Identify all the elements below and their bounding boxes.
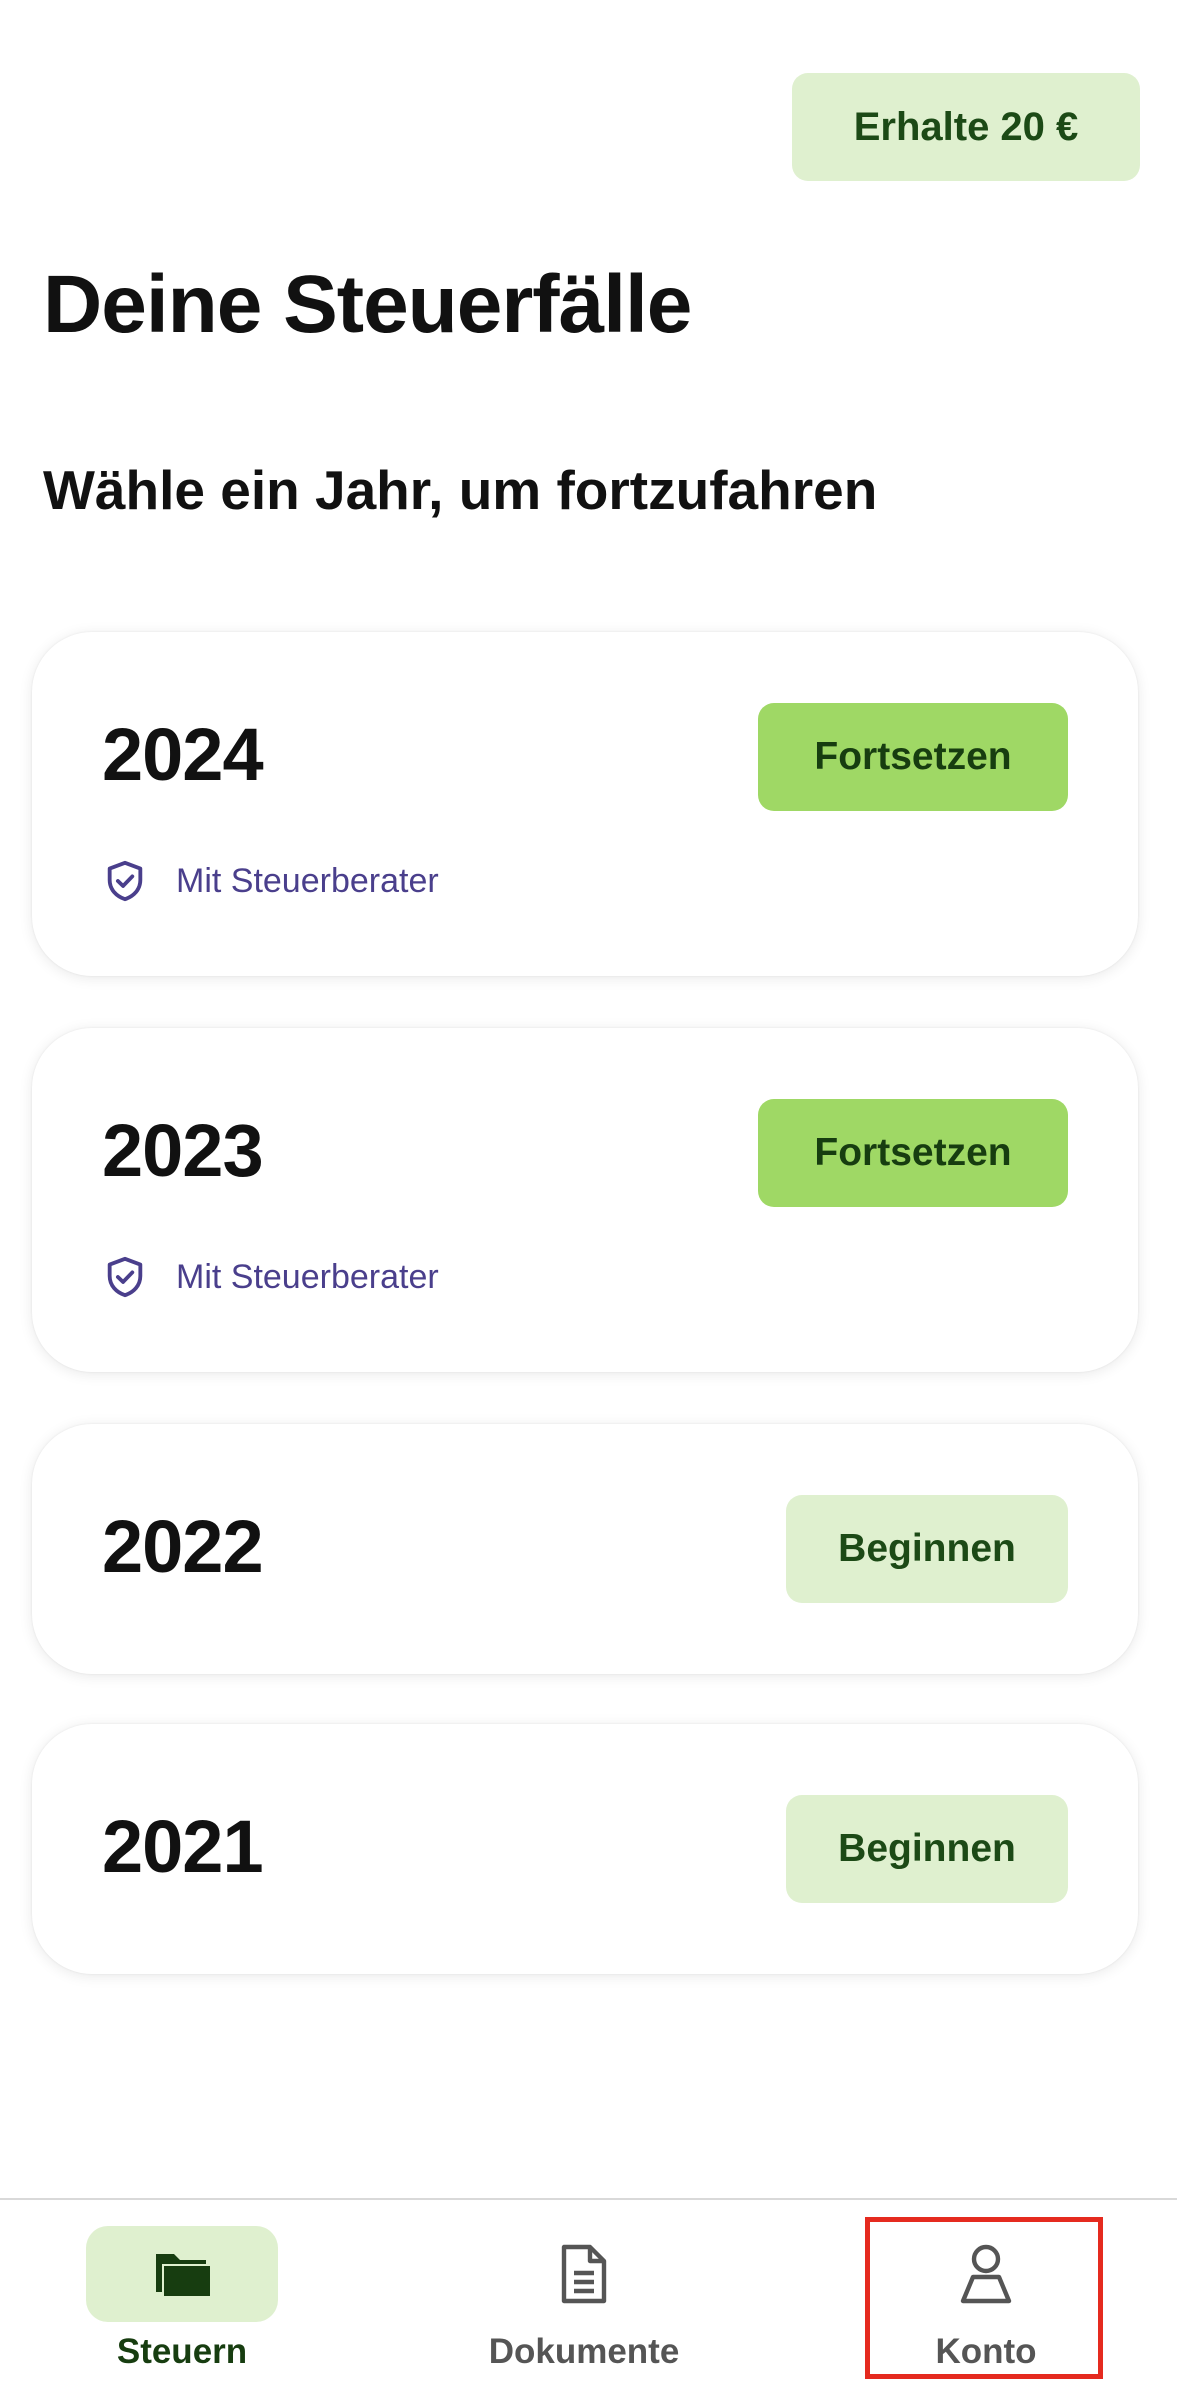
year-label: 2023 [102,1109,264,1192]
nav-icon-container [890,2226,1082,2322]
document-icon [561,2244,607,2304]
page-subtitle: Wähle ein Jahr, um fortzufahren [43,459,878,521]
year-label: 2021 [102,1805,264,1888]
shield-check-icon [107,1256,143,1298]
nav-label: Steuern [116,2332,248,2371]
nav-item-dokumente[interactable]: Dokumente [488,2200,680,2385]
tax-advisor-badge: Mit Steuerberater [102,1254,439,1300]
person-icon [960,2244,1012,2304]
start-button[interactable]: Beginnen [786,1795,1068,1903]
year-label: 2024 [102,713,264,796]
nav-label: Konto [935,2332,1037,2371]
badge-label: Mit Steuerberater [176,861,439,900]
year-label: 2022 [102,1505,264,1588]
page-title: Deine Steuerfälle [43,259,692,350]
bottom-navigation: Steuern Dokumente Konto [0,2198,1177,2385]
referral-button[interactable]: Erhalte 20 € [792,73,1140,181]
nav-item-konto[interactable]: Konto [890,2200,1082,2385]
year-card-2024[interactable]: 2024 Fortsetzen Mit Steuerberater [32,632,1138,976]
tax-advisor-badge: Mit Steuerberater [102,858,439,904]
year-card-2022[interactable]: 2022 Beginnen [32,1424,1138,1674]
nav-label: Dokumente [488,2332,680,2371]
tax-cases-screen: Erhalte 20 € Deine Steuerfälle Wähle ein… [0,0,1177,2385]
nav-icon-container [86,2226,278,2322]
start-button[interactable]: Beginnen [786,1495,1068,1603]
nav-icon-container [488,2226,680,2322]
continue-button[interactable]: Fortsetzen [758,1099,1068,1207]
badge-label: Mit Steuerberater [176,1257,439,1296]
nav-item-steuern[interactable]: Steuern [86,2200,278,2385]
folder-icon [156,2254,210,2296]
year-card-2023[interactable]: 2023 Fortsetzen Mit Steuerberater [32,1028,1138,1372]
continue-button[interactable]: Fortsetzen [758,703,1068,811]
year-card-2021[interactable]: 2021 Beginnen [32,1724,1138,1974]
shield-check-icon [107,860,143,902]
